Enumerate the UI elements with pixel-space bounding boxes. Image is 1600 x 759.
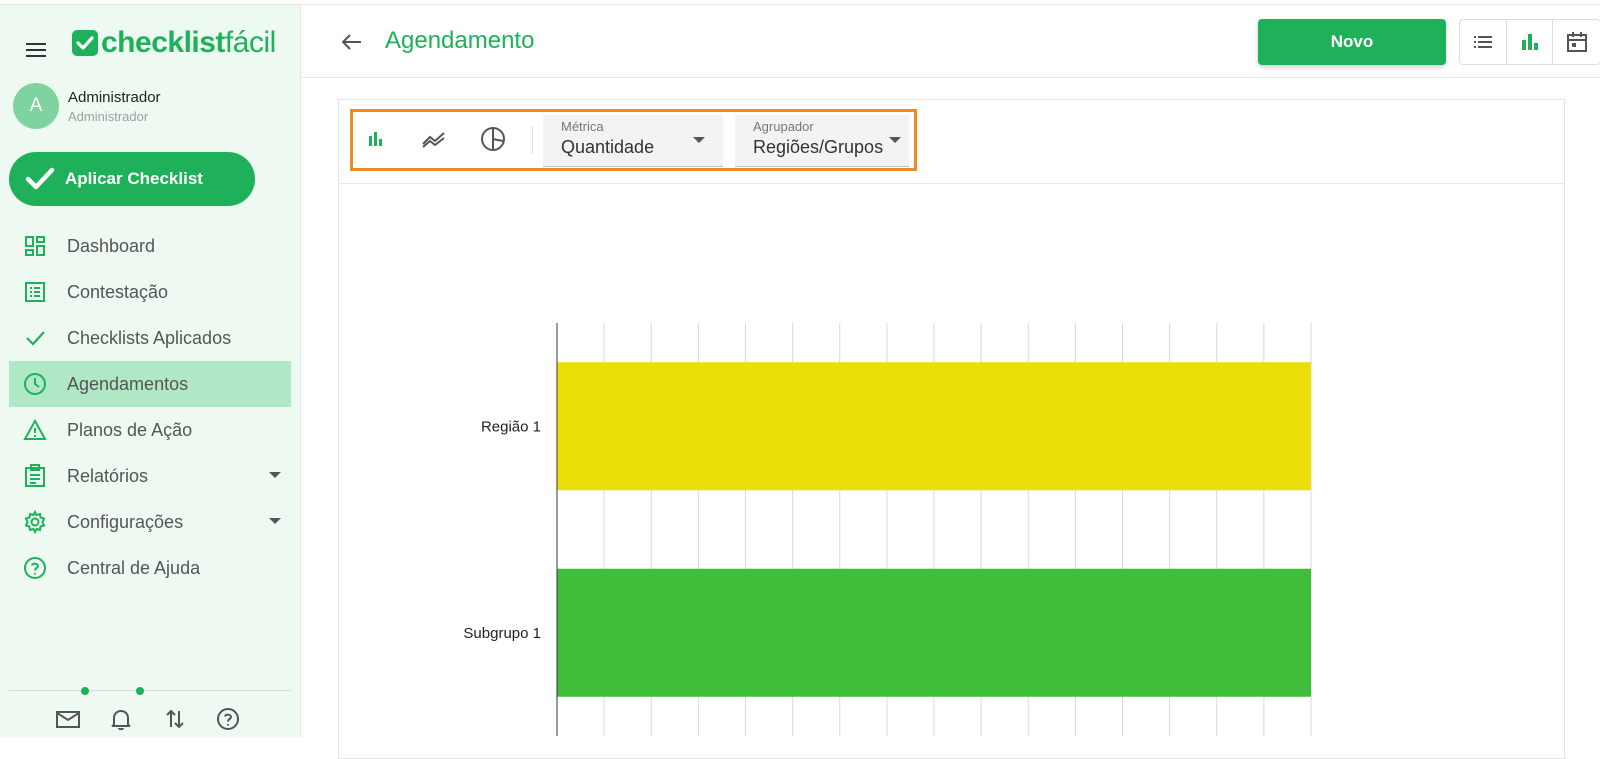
chart-card: Métrica Quantidade Agrupador Regiões/Gru…	[338, 99, 1565, 759]
view-toggle-group	[1459, 19, 1600, 65]
check-icon	[23, 326, 47, 350]
warning-icon	[23, 418, 47, 442]
bar-chart-view-icon[interactable]	[1507, 20, 1554, 64]
category-label: Subgrupo 1	[463, 625, 541, 642]
sidebar-item-contestacao[interactable]: Contestação	[9, 269, 291, 315]
sidebar-item-label: Dashboard	[67, 235, 156, 256]
page-header: Agendamento Novo	[301, 5, 1600, 78]
toolbar-divider	[532, 126, 533, 154]
back-arrow-icon[interactable]	[339, 29, 365, 55]
dashboard-icon	[23, 234, 47, 258]
line-chart-type-icon[interactable]	[421, 126, 447, 152]
category-label: Região 1	[481, 418, 541, 435]
sidebar-item-label: Contestação	[67, 281, 169, 302]
bar-1	[557, 362, 1311, 491]
list-alt-icon	[23, 280, 47, 304]
sidebar-item-central-de-ajuda[interactable]: Central de Ajuda	[9, 545, 291, 591]
apply-checklist-button[interactable]: Aplicar Checklist	[9, 152, 255, 206]
clock-icon	[23, 372, 47, 396]
chevron-down-icon	[889, 137, 901, 143]
bar-chart-type-icon[interactable]	[363, 126, 389, 152]
bar-2	[557, 568, 1311, 697]
mail-icon[interactable]	[55, 707, 81, 733]
sidebar-item-agendamentos[interactable]: Agendamentos	[9, 361, 291, 407]
logo-check-icon	[72, 30, 98, 56]
hamburger-menu-icon[interactable]	[24, 38, 48, 62]
sidebar-item-dashboard[interactable]: Dashboard	[9, 223, 291, 269]
sidebar-item-label: Planos de Ação	[67, 419, 193, 440]
chart-toolbar: Métrica Quantidade Agrupador Regiões/Gru…	[339, 100, 1564, 184]
sidebar-nav: Dashboard Contestação Checklists Aplicad…	[9, 223, 291, 591]
help-icon[interactable]	[216, 707, 242, 733]
bar-chart: Região 1Subgrupo 10510152025303540	[463, 323, 1312, 736]
group-by-select-label: Agrupador	[753, 119, 814, 134]
gear-icon	[23, 510, 47, 534]
page-title: Agendamento	[385, 27, 535, 54]
chevron-down-icon[interactable]	[269, 472, 281, 478]
apply-checklist-label: Aplicar Checklist	[65, 169, 203, 188]
sidebar-item-relatorios[interactable]: Relatórios	[9, 453, 291, 499]
sidebar-item-checklists-aplicados[interactable]: Checklists Aplicados	[9, 315, 291, 361]
sidebar-item-label: Checklists Aplicados	[67, 327, 232, 348]
user-role: Administrador	[68, 108, 149, 124]
logo-text-light: fácil	[224, 26, 276, 59]
new-button[interactable]: Novo	[1258, 19, 1446, 65]
logo-text-bold: checklist	[101, 26, 225, 59]
sidebar-footer	[9, 687, 291, 737]
app-logo[interactable]: checklist fácil	[72, 23, 276, 63]
mail-notification-dot	[81, 687, 89, 695]
calendar-view-icon[interactable]	[1553, 20, 1600, 64]
sidebar: checklist fácil A Administrador Administr…	[0, 5, 301, 737]
bell-notification-dot	[136, 687, 144, 695]
avatar: A	[13, 83, 59, 129]
list-view-icon[interactable]	[1460, 20, 1507, 64]
sync-arrows-icon[interactable]	[163, 707, 189, 733]
chevron-down-icon	[693, 137, 705, 143]
clipboard-icon	[23, 464, 47, 488]
help-circle-icon	[23, 556, 47, 580]
pie-chart-type-icon[interactable]	[480, 126, 506, 152]
sidebar-item-label: Central de Ajuda	[67, 557, 201, 578]
user-profile[interactable]: A Administrador Administrador	[13, 83, 161, 129]
group-by-select[interactable]: Agrupador Regiões/Grupos	[735, 115, 909, 167]
sidebar-item-label: Relatórios	[67, 465, 149, 486]
bell-icon[interactable]	[109, 707, 135, 733]
sidebar-item-label: Agendamentos	[67, 373, 189, 394]
check-icon	[25, 167, 55, 190]
metric-select[interactable]: Métrica Quantidade	[543, 115, 723, 167]
group-by-select-value: Regiões/Grupos	[753, 137, 884, 157]
metric-select-value: Quantidade	[561, 137, 655, 157]
sidebar-item-configuracoes[interactable]: Configurações	[9, 499, 291, 545]
chevron-down-icon[interactable]	[269, 518, 281, 524]
user-name: Administrador	[68, 88, 161, 106]
metric-select-label: Métrica	[561, 119, 604, 134]
sidebar-item-planos-de-acao[interactable]: Planos de Ação	[9, 407, 291, 453]
sidebar-item-label: Configurações	[67, 511, 184, 532]
